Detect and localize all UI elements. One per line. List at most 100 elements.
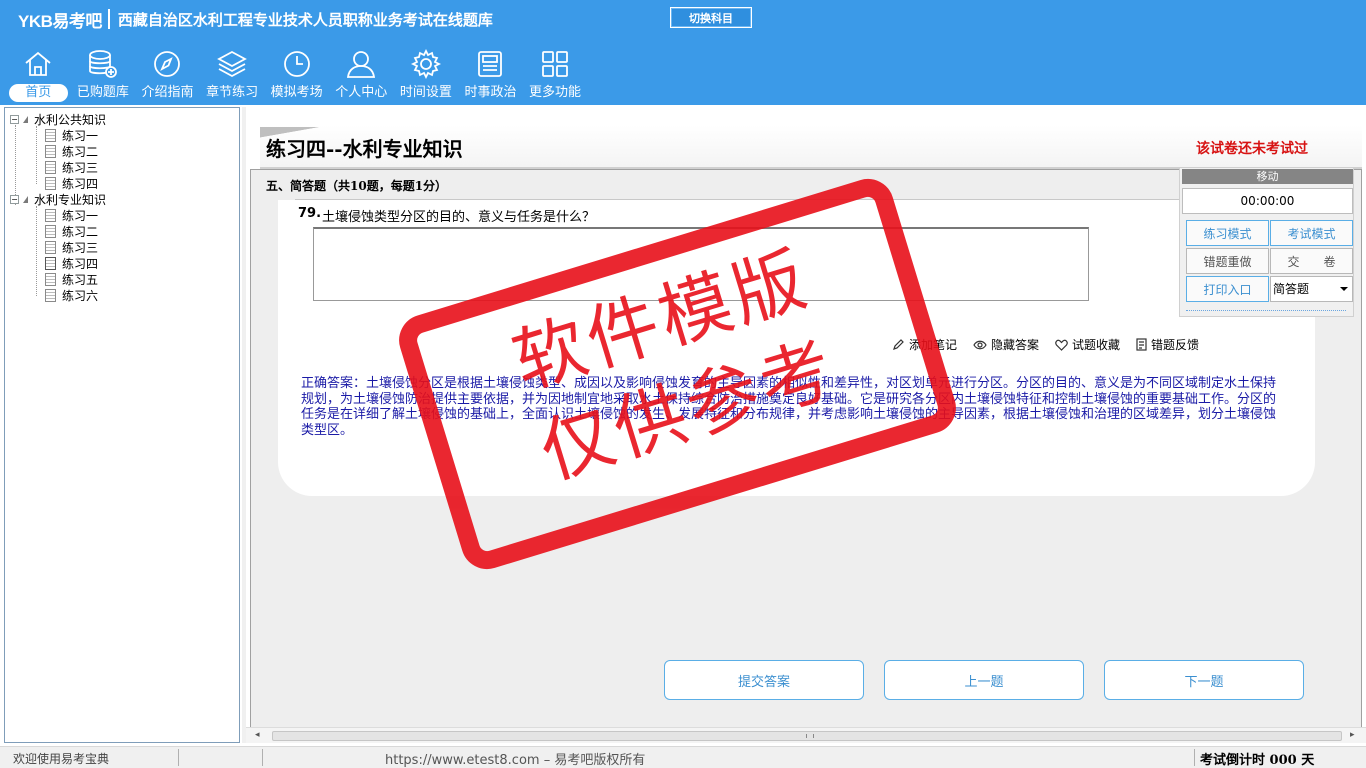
clipboard-icon bbox=[1136, 338, 1147, 351]
document-icon bbox=[45, 240, 56, 254]
tree-item-label: 练习四 bbox=[62, 176, 99, 191]
compass-icon bbox=[154, 51, 181, 77]
horizontal-scrollbar[interactable]: ◂ ▸ bbox=[246, 727, 1366, 743]
previous-question-button[interactable]: 上一题 bbox=[884, 660, 1084, 700]
nav-label: 时事政治 bbox=[464, 85, 517, 100]
tree-group-label: 水利专业知识 bbox=[34, 192, 107, 207]
submit-paper-button[interactable]: 交 卷 bbox=[1270, 248, 1353, 274]
clock-icon bbox=[283, 51, 310, 77]
nav-home[interactable]: 首页 bbox=[6, 46, 71, 104]
tree-item[interactable]: 练习三 bbox=[45, 239, 98, 255]
nav-label: 模拟考场 bbox=[270, 85, 323, 100]
status-divider bbox=[178, 749, 179, 766]
redo-wrong-button[interactable]: 错题重做 bbox=[1186, 248, 1269, 274]
tree-item[interactable]: 练习三 bbox=[45, 159, 98, 175]
select-value: 简答题 bbox=[1273, 282, 1310, 296]
newspaper-icon bbox=[478, 51, 503, 77]
practice-mode-button[interactable]: 练习模式 bbox=[1186, 220, 1269, 246]
tree-item-label: 练习三 bbox=[62, 240, 99, 255]
exam-countdown: 考试倒计时 000 天 bbox=[1200, 753, 1315, 768]
nav-guide[interactable]: 介绍指南 bbox=[135, 46, 200, 104]
print-button[interactable]: 打印入口 bbox=[1186, 276, 1269, 302]
nav-purchased[interactable]: 已购题库 bbox=[71, 46, 136, 104]
scroll-left-icon[interactable]: ◂ bbox=[255, 730, 260, 740]
switch-subject-button[interactable]: 切换科目 bbox=[670, 7, 752, 28]
document-icon bbox=[45, 288, 56, 302]
brand: YKB易考吧 西藏自治区水利工程专业技术人员职称业务考试在线题库 bbox=[18, 8, 493, 31]
nav-time-settings[interactable]: 时间设置 bbox=[394, 46, 459, 104]
nav-label: 已购题库 bbox=[76, 85, 129, 100]
folder-icon bbox=[23, 195, 28, 203]
document-icon bbox=[45, 128, 56, 142]
layers-icon bbox=[217, 50, 247, 78]
hide-answer-button[interactable]: 隐藏答案 bbox=[973, 336, 1039, 353]
tree-group-label: 水利公共知识 bbox=[34, 112, 107, 127]
page-title: 练习四--水利专业知识 bbox=[266, 137, 463, 161]
tree-item[interactable]: 练习一 bbox=[45, 127, 98, 143]
collapse-icon[interactable]: − bbox=[10, 194, 19, 204]
tree-item-label: 练习四 bbox=[62, 256, 99, 271]
scroll-right-icon[interactable]: ▸ bbox=[1350, 730, 1355, 740]
section-heading: 五、简答题（共10题，每题1分） bbox=[266, 179, 448, 193]
brand-divider bbox=[107, 9, 110, 29]
control-panel: 移动 00:00:00 练习模式 考试模式 错题重做 交 卷 打印入口 简答题 bbox=[1179, 167, 1354, 317]
status-divider bbox=[1194, 749, 1195, 766]
question-tools: 添加笔记 隐藏答案 试题收藏 错题反馈 bbox=[892, 336, 1215, 353]
database-add-icon bbox=[88, 50, 117, 78]
next-question-button[interactable]: 下一题 bbox=[1104, 660, 1304, 700]
document-icon bbox=[45, 144, 56, 158]
user-icon bbox=[347, 51, 376, 78]
nav-mock-exam[interactable]: 模拟考场 bbox=[264, 46, 329, 104]
nav-profile[interactable]: 个人中心 bbox=[329, 46, 394, 104]
tree-item-label: 练习五 bbox=[62, 272, 99, 287]
tree-group-professional[interactable]: − 水利专业知识 bbox=[10, 191, 106, 207]
tree-item[interactable]: 练习一 bbox=[45, 207, 98, 223]
tool-label: 试题收藏 bbox=[1072, 338, 1121, 352]
tree-item-label: 练习一 bbox=[62, 208, 99, 223]
tree-item[interactable]: 练习二 bbox=[45, 223, 98, 239]
tree-item-label: 练习二 bbox=[62, 224, 99, 239]
status-copyright: https://www.etest8.com – 易考吧版权所有 bbox=[385, 753, 646, 768]
nav-label: 章节练习 bbox=[206, 85, 259, 100]
tree-item[interactable]: 练习二 bbox=[45, 143, 98, 159]
feedback-button[interactable]: 错题反馈 bbox=[1136, 336, 1199, 353]
grid-icon bbox=[542, 51, 568, 77]
nav-label: 个人中心 bbox=[335, 85, 388, 100]
tree-group-public[interactable]: − 水利公共知识 bbox=[10, 111, 106, 127]
document-icon bbox=[45, 160, 56, 174]
nav-more[interactable]: 更多功能 bbox=[523, 46, 588, 104]
tool-label: 错题反馈 bbox=[1151, 338, 1200, 352]
tree-item[interactable]: 练习四 bbox=[45, 175, 98, 191]
tree-item-label: 练习二 bbox=[62, 144, 99, 159]
folder-icon bbox=[23, 115, 28, 123]
app-logo: YKB易考吧 bbox=[18, 11, 102, 31]
nav-chapter-practice[interactable]: 章节练习 bbox=[200, 46, 265, 104]
status-bar: 欢迎使用易考宝典 https://www.etest8.com – 易考吧版权所… bbox=[0, 746, 1366, 768]
move-handle[interactable]: 移动 bbox=[1182, 169, 1353, 184]
exam-mode-button[interactable]: 考试模式 bbox=[1270, 220, 1353, 246]
document-pin-icon bbox=[45, 256, 56, 270]
home-icon bbox=[25, 51, 51, 76]
nav-current-affairs[interactable]: 时事政治 bbox=[458, 46, 523, 104]
main-nav: 首页 已购题库 介绍指南 章节练习 模拟考场 个人中心 时间设置 时事政治 更多… bbox=[6, 46, 587, 104]
document-icon bbox=[45, 176, 56, 190]
gear-icon bbox=[410, 48, 441, 80]
question-text: 土壤侵蚀类型分区的目的、意义与任务是什么？ bbox=[322, 210, 596, 225]
nav-label: 时间设置 bbox=[399, 85, 452, 100]
submit-answer-button[interactable]: 提交答案 bbox=[664, 660, 864, 700]
chapter-tree: − 水利公共知识 练习一 练习二 练习三 练习四 − 水利专业知识 练习一 练习… bbox=[4, 107, 240, 743]
tree-item-selected[interactable]: 练习四 bbox=[45, 255, 98, 271]
tool-label: 隐藏答案 bbox=[991, 338, 1040, 352]
question-type-select[interactable]: 简答题 bbox=[1270, 276, 1353, 302]
scroll-thumb[interactable] bbox=[272, 731, 1342, 741]
collapse-icon[interactable]: − bbox=[10, 114, 19, 124]
nav-label: 首页 bbox=[9, 84, 68, 102]
tree-item-label: 练习六 bbox=[62, 288, 99, 303]
tree-item[interactable]: 练习六 bbox=[45, 287, 98, 303]
favorite-button[interactable]: 试题收藏 bbox=[1055, 336, 1120, 353]
eye-icon bbox=[973, 340, 987, 349]
chevron-down-icon bbox=[1340, 287, 1348, 291]
nav-label: 更多功能 bbox=[529, 85, 582, 100]
heart-icon bbox=[1055, 339, 1068, 351]
tree-item[interactable]: 练习五 bbox=[45, 271, 98, 287]
